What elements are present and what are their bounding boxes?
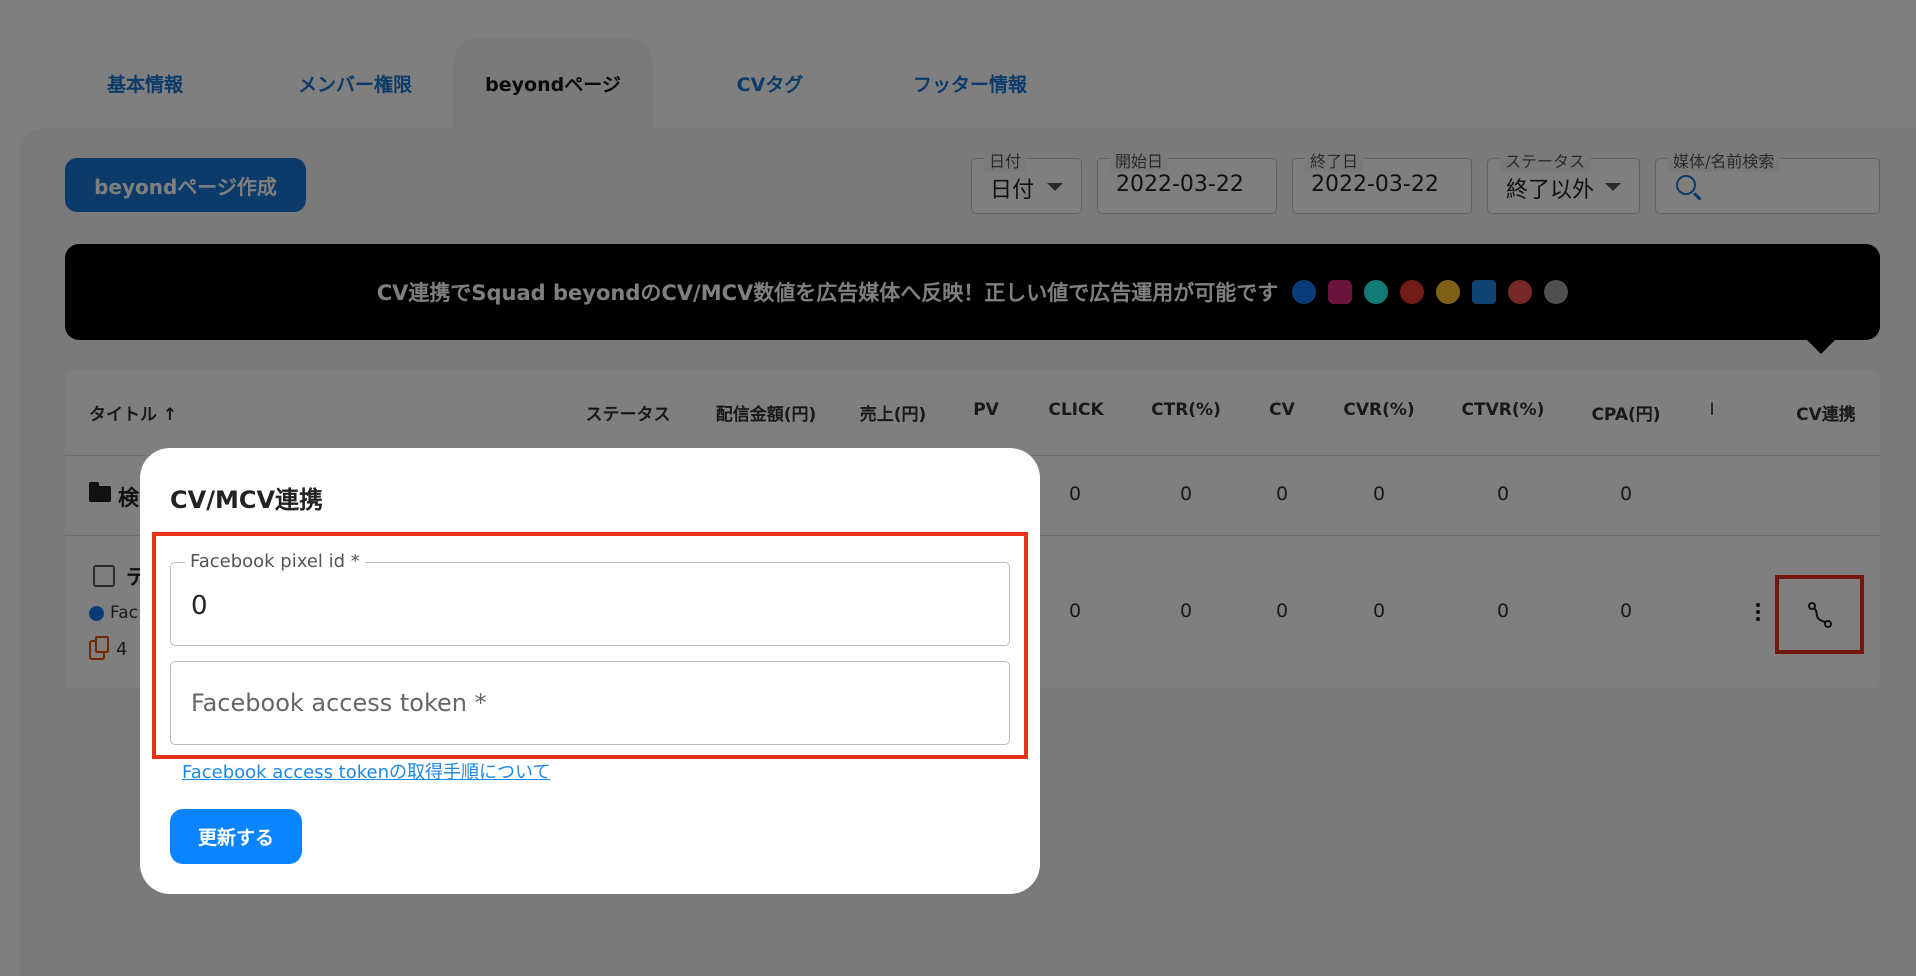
access-token-help-link[interactable]: Facebook access tokenの取得手順について [182, 758, 550, 784]
dialog-title: CV/MCV連携 [170, 486, 324, 514]
update-button[interactable]: 更新する [170, 809, 302, 864]
facebook-access-token-field[interactable]: Facebook access token * [170, 661, 1010, 745]
pixel-id-label: Facebook pixel id * [185, 551, 365, 572]
facebook-pixel-id-field[interactable]: Facebook pixel id * 0 [170, 551, 1010, 646]
cv-mcv-link-dialog: CV/MCV連携 Facebook pixel id * 0 Facebook … [140, 448, 1040, 894]
access-token-placeholder: Facebook access token * [191, 689, 487, 717]
pixel-id-value: 0 [191, 591, 208, 621]
